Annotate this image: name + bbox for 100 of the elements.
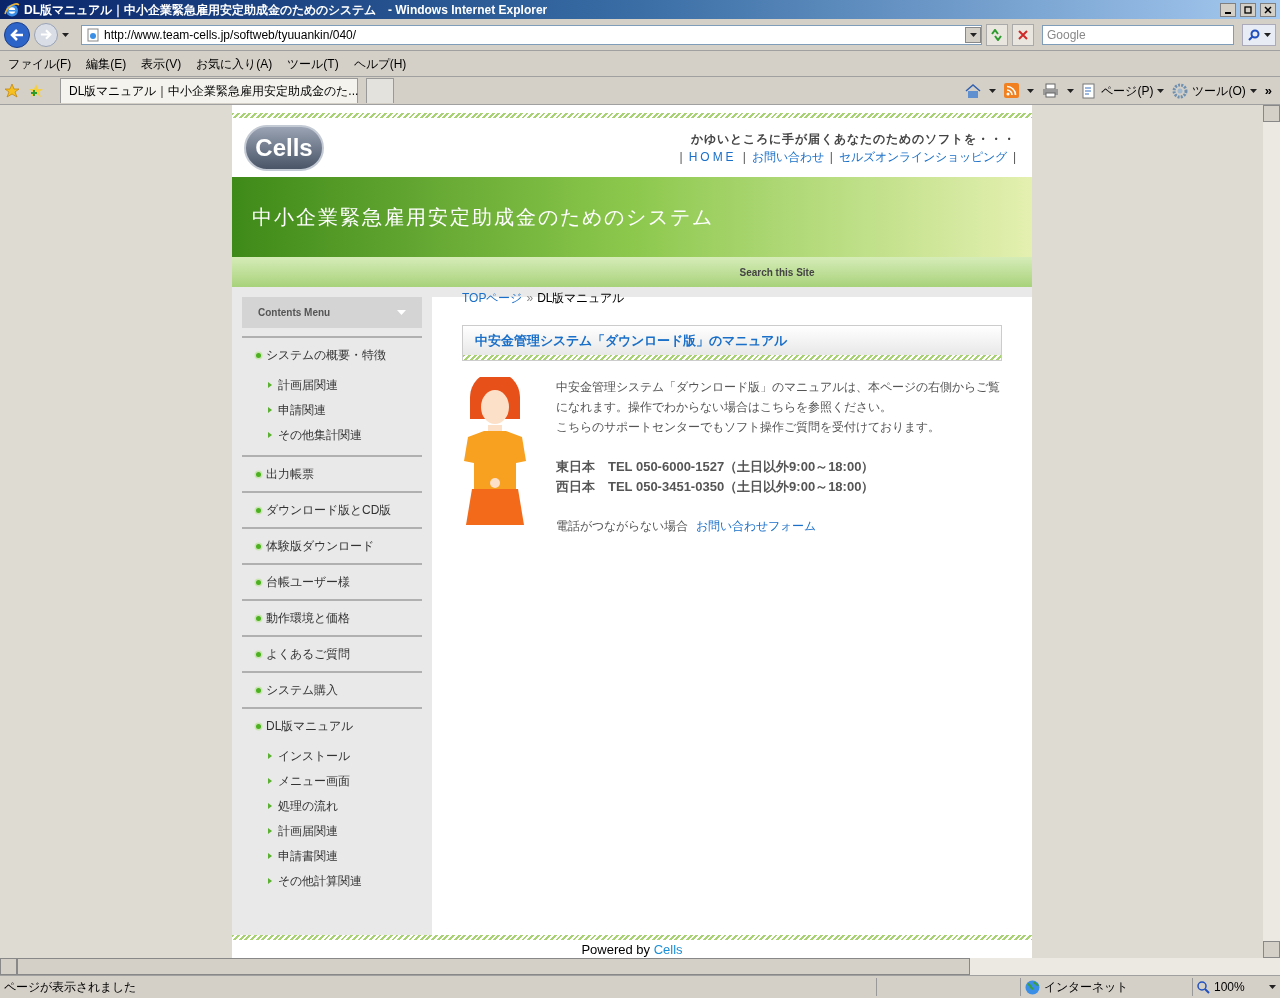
breadcrumb-link[interactable]: TOPページ xyxy=(462,289,523,307)
menu-section-link[interactable]: システム購入 xyxy=(242,673,422,707)
search-field[interactable]: Google xyxy=(1042,24,1234,45)
page-menu-button[interactable]: ページ(P) xyxy=(1082,81,1165,100)
refresh-icon xyxy=(990,28,1004,41)
menu-item[interactable]: ヘルプ(H) xyxy=(353,54,407,73)
search-icon xyxy=(1247,28,1260,41)
zoom-icon xyxy=(1197,980,1210,994)
submenu-link[interactable]: その他集計関連 xyxy=(278,425,362,444)
phone-contact: 東日本 TEL 050-6000-1527（土日以外9:00～18:00） xyxy=(556,458,876,476)
menu-item[interactable]: 表示(V) xyxy=(141,54,182,73)
refresh-button[interactable] xyxy=(986,23,1008,46)
menu-section-link[interactable]: システムの概要・特徴 xyxy=(242,338,422,372)
bullet-icon xyxy=(254,577,263,587)
dropdown-arrow-icon[interactable] xyxy=(1067,88,1075,93)
contact-form-link[interactable]: お問い合わせフォーム xyxy=(696,519,816,533)
search-options-icon[interactable] xyxy=(1263,32,1271,37)
status-text: ページが表示されました xyxy=(3,979,137,996)
breadcrumb-separator: » xyxy=(526,290,534,307)
caret-icon[interactable] xyxy=(1269,985,1276,989)
triangle-icon xyxy=(268,752,272,759)
triangle-icon xyxy=(268,877,272,884)
zoom-button[interactable]: 100% xyxy=(1192,978,1280,996)
menu-section-link[interactable]: 動作環境と価格 xyxy=(242,601,422,635)
submenu-link[interactable]: 申請関連 xyxy=(278,400,326,419)
triangle-icon xyxy=(268,852,272,859)
tools-menu-button[interactable]: ツール(O) xyxy=(1172,81,1257,100)
browser-tab[interactable]: DL版マニュアル｜中小企業緊急雇用安定助成金のた... xyxy=(60,78,358,103)
minimize-icon xyxy=(1225,11,1231,14)
header-link[interactable]: セルズオンラインショッピング xyxy=(838,147,1007,166)
menu-section-link[interactable]: 台帳ユーザー様 xyxy=(242,565,422,599)
triangle-icon xyxy=(268,802,272,809)
back-button[interactable] xyxy=(4,21,30,48)
submenu-link[interactable]: 処理の流れ xyxy=(278,796,338,815)
stop-button[interactable] xyxy=(1012,23,1034,46)
triangle-icon xyxy=(268,381,272,388)
history-dropdown-icon[interactable] xyxy=(62,32,69,37)
link-separator: | xyxy=(1012,148,1016,166)
bullet-icon xyxy=(254,721,263,731)
search-button[interactable] xyxy=(1242,23,1276,46)
address-dropdown-icon[interactable] xyxy=(969,32,977,37)
globe-icon xyxy=(1025,979,1040,995)
search-site-label[interactable]: Search this Site xyxy=(739,264,815,280)
restore-icon xyxy=(1244,5,1252,14)
banner-title: 中小企業緊急雇用安定助成金のためのシステム xyxy=(252,205,714,230)
link-separator: | xyxy=(829,148,833,166)
menu-item[interactable]: お気に入り(A) xyxy=(196,54,273,73)
triangle-icon xyxy=(268,777,272,784)
tagline: かゆいところに手が届くあなたのためのソフトを・・・ xyxy=(691,130,1016,148)
menu-section-link[interactable]: よくあるご質問 xyxy=(242,637,422,671)
address-field[interactable]: http://www.team-cells.jp/softweb/tyuuankin/040/ xyxy=(81,24,982,45)
caret-icon[interactable] xyxy=(1157,88,1165,93)
menu-section-link[interactable]: 体験版ダウンロード xyxy=(242,529,422,563)
restore-button[interactable] xyxy=(1240,2,1256,17)
menu-item[interactable]: ファイル(F) xyxy=(8,54,72,73)
submenu-link[interactable]: 計画届関連 xyxy=(278,821,338,840)
header-link[interactable]: お問い合わせ xyxy=(751,147,824,166)
close-button[interactable] xyxy=(1260,2,1276,17)
header-link[interactable]: HOME xyxy=(688,147,737,166)
printer-icon[interactable] xyxy=(1042,83,1060,98)
horizontal-scrollbar[interactable] xyxy=(0,958,1280,975)
dropdown-arrow-icon[interactable] xyxy=(1027,88,1035,93)
add-star-icon[interactable] xyxy=(28,82,44,99)
triangle-icon xyxy=(268,431,272,438)
menu-section-link[interactable]: 出力帳票 xyxy=(242,457,422,491)
footer-link[interactable]: Cells xyxy=(653,942,683,957)
footer-text: Powered by Cells xyxy=(580,941,684,958)
intro-paragraph: こちらのサポートセンターでもソフト操作ご質問を受付けております。 xyxy=(556,419,941,436)
menu-item[interactable]: 編集(E) xyxy=(86,54,127,73)
home-icon[interactable] xyxy=(965,82,982,99)
bullet-icon xyxy=(254,350,263,360)
link-separator: | xyxy=(742,148,746,166)
rss-icon[interactable] xyxy=(1004,83,1020,98)
zone-label: インターネット xyxy=(1044,979,1128,996)
submenu-link[interactable]: その他計算関連 xyxy=(278,871,362,890)
toolbar-overflow[interactable]: » xyxy=(1264,80,1272,101)
bullet-icon xyxy=(254,469,263,479)
menu-section-link[interactable]: ダウンロード版とCD版 xyxy=(242,493,422,527)
bullet-icon xyxy=(254,613,263,623)
submenu-link[interactable]: メニュー画面 xyxy=(278,771,350,790)
cells-logo[interactable]: Cells xyxy=(244,124,324,171)
bullet-icon xyxy=(254,541,263,551)
menu-item[interactable]: ツール(T) xyxy=(287,54,339,73)
vertical-scrollbar[interactable] xyxy=(1263,105,1280,958)
phone-contact: 西日本 TEL 050-3451-0350（土日以外9:00～18:00） xyxy=(556,478,876,496)
minimize-button[interactable] xyxy=(1220,2,1236,17)
submenu-link[interactable]: 申請書関連 xyxy=(278,846,338,865)
menu-section-link[interactable]: DL版マニュアル xyxy=(242,709,422,743)
bullet-icon xyxy=(254,685,263,695)
caret-icon[interactable] xyxy=(1249,88,1257,93)
fallback-text: 電話がつながらない場合 お問い合わせフォーム xyxy=(556,518,817,535)
submenu-link[interactable]: インストール xyxy=(278,746,350,765)
back-arrow-icon xyxy=(10,28,24,41)
link-separator: | xyxy=(679,148,683,166)
star-icon[interactable] xyxy=(4,82,20,99)
close-icon xyxy=(1018,29,1028,40)
submenu-link[interactable]: 計画届関連 xyxy=(278,375,338,394)
contents-menu-header[interactable]: Contents Menu xyxy=(242,297,422,328)
dropdown-arrow-icon[interactable] xyxy=(989,88,997,93)
gear-icon xyxy=(1172,82,1189,99)
